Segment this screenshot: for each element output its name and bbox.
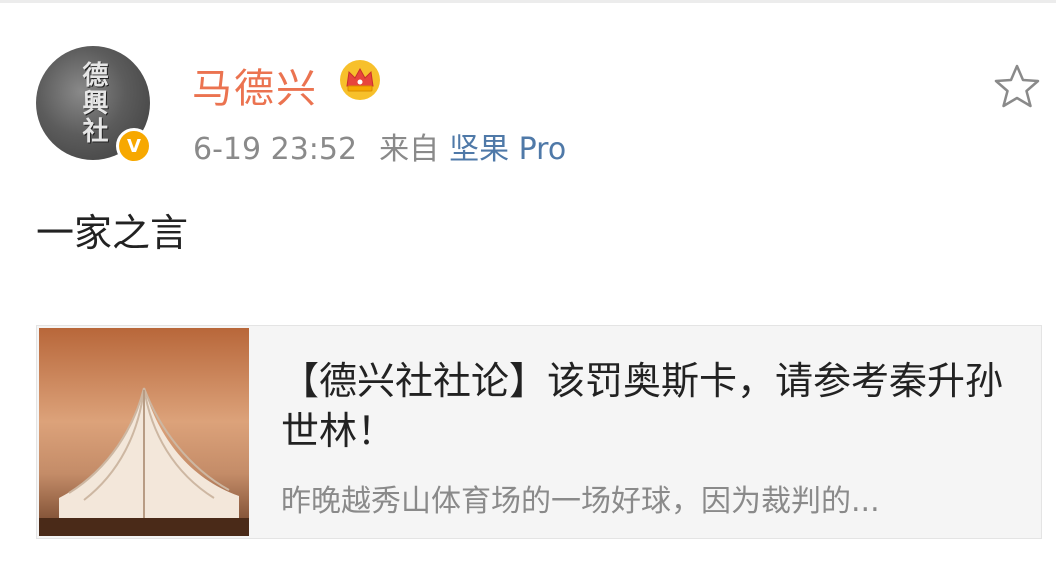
- verified-badge-icon: V: [116, 128, 152, 164]
- favorite-star-icon[interactable]: [992, 62, 1042, 112]
- source-device-link[interactable]: 坚果 Pro: [449, 132, 566, 167]
- article-title: 【德兴社社论】该罚奥斯卡，请参考秦升孙世林！: [281, 359, 1004, 453]
- article-thumbnail: [39, 328, 249, 536]
- source-prefix: 来自: [379, 132, 440, 167]
- post-text: 一家之言: [36, 211, 189, 255]
- post-meta: 6-19 23:52 来自 坚果 Pro: [193, 124, 566, 168]
- top-divider: [0, 0, 1056, 3]
- weibo-post: 德興社 V 马德兴 6-19 23:52 来自 坚果 Pro 一家之言 【德兴社…: [0, 0, 1056, 561]
- article-summary: 昨晚越秀山体育场的一场好球，因为裁判的...: [281, 484, 880, 519]
- username[interactable]: 马德兴: [192, 56, 318, 114]
- avatar-text: 德興社: [78, 61, 108, 145]
- avatar-container[interactable]: 德興社 V: [36, 46, 152, 164]
- vip-crown-icon: [340, 60, 380, 100]
- post-time: 6-19 23:52: [193, 132, 358, 167]
- article-card[interactable]: 【德兴社社论】该罚奥斯卡，请参考秦升孙世林！ 昨晚越秀山体育场的一场好球，因为裁…: [36, 325, 1042, 539]
